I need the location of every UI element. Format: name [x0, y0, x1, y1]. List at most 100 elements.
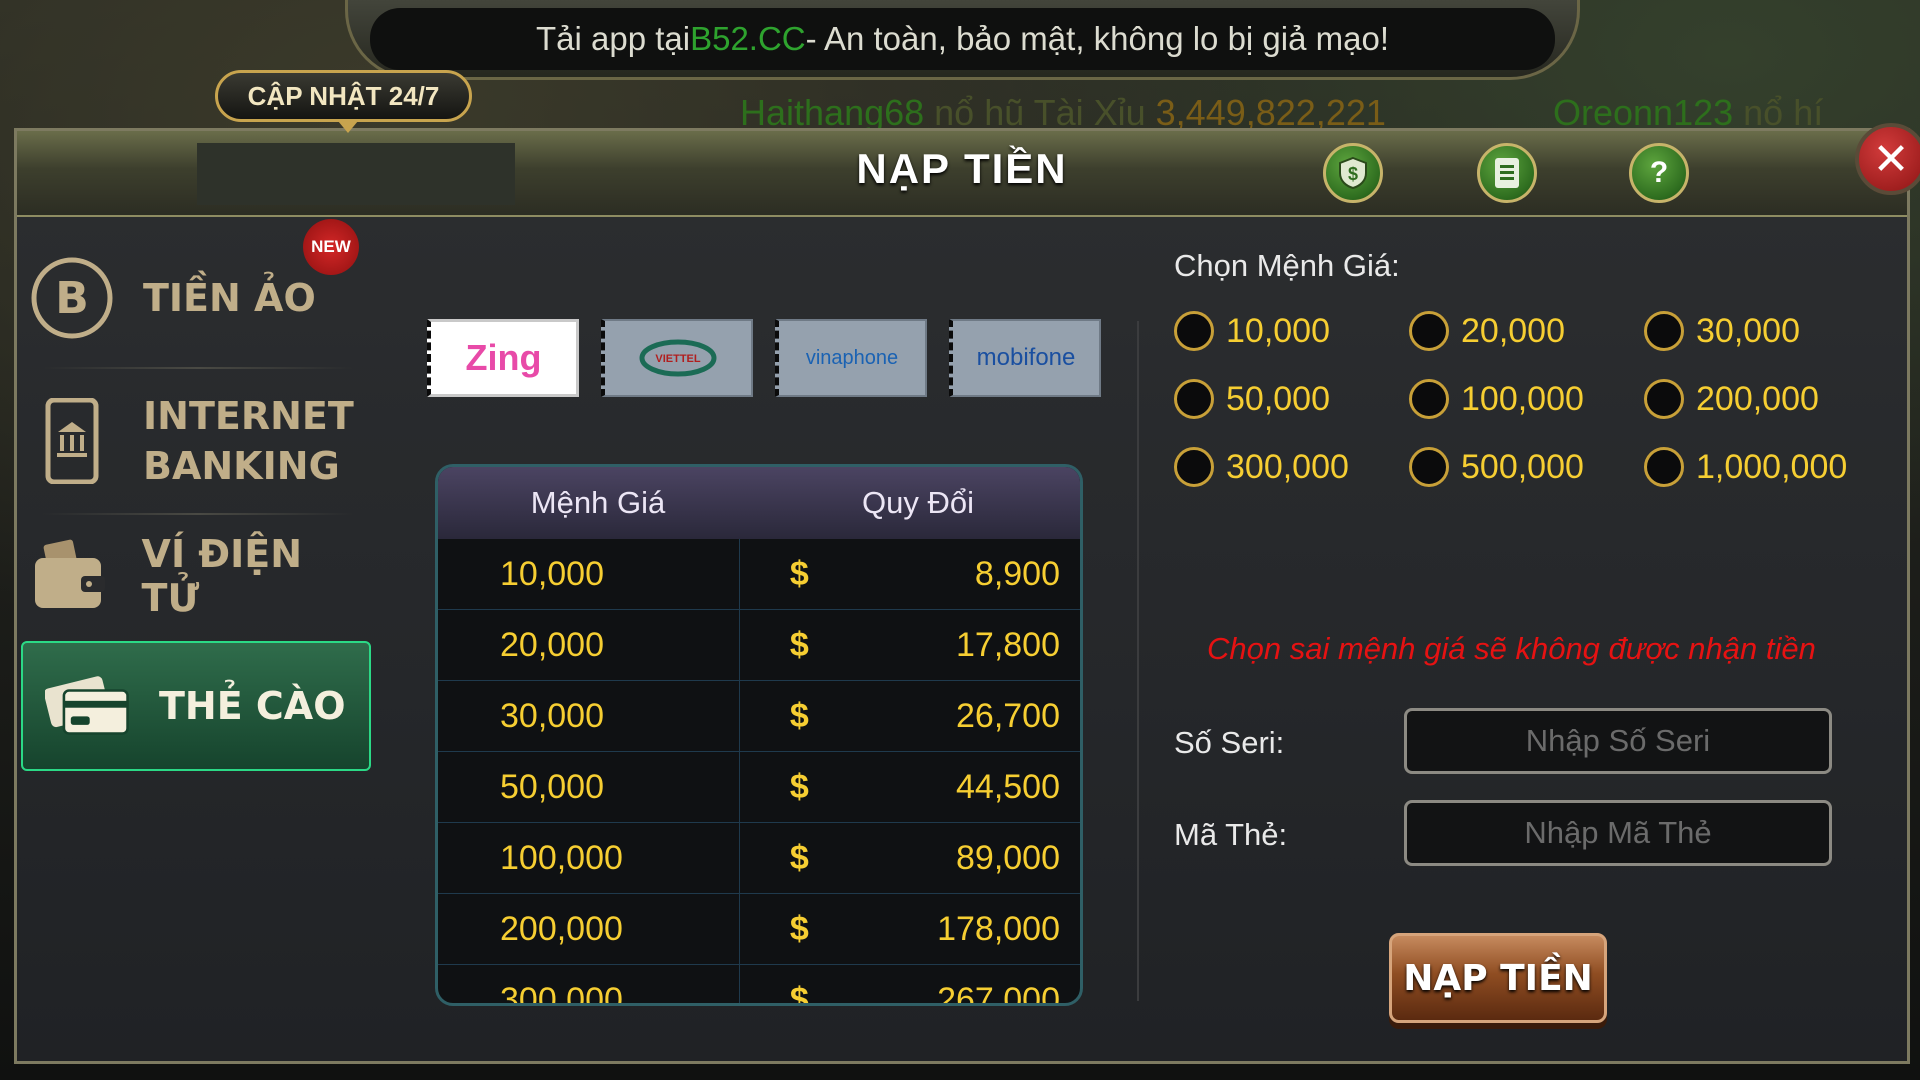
row-convert: 26,700	[956, 696, 1060, 735]
table-row: 300,000 $267,000	[438, 965, 1080, 1006]
denomination-option[interactable]: 1,000,000	[1644, 447, 1847, 487]
table-body: 10,000 $8,900 20,000 $17,800 30,000 $26,700 50…	[438, 539, 1080, 1006]
denomination-option[interactable]: 500,000	[1409, 447, 1584, 487]
denomination-value: 200,000	[1696, 379, 1819, 418]
svg-text:B: B	[55, 273, 89, 324]
dollar-icon: $	[789, 625, 809, 664]
mobifone-logo: mobifone	[976, 344, 1076, 371]
radio-button[interactable]	[1174, 379, 1214, 419]
denomination-option[interactable]: 10,000	[1174, 311, 1330, 351]
zing-logo: Zing	[465, 337, 542, 378]
carrier-tab-vinaphone[interactable]: vinaphone	[775, 319, 927, 397]
denomination-option[interactable]: 50,000	[1174, 379, 1330, 419]
sidebar-item-scratch-card[interactable]: THẺ CÀO	[21, 641, 371, 771]
carrier-tab-mobifone[interactable]: mobifone	[949, 319, 1101, 397]
table-row: 200,000 $178,000	[438, 894, 1080, 965]
denomination-option[interactable]: 200,000	[1644, 379, 1819, 419]
denomination-value: 30,000	[1696, 311, 1800, 350]
radio-button[interactable]	[1409, 447, 1449, 487]
deposit-submit-button[interactable]: NẠP TIỀN	[1389, 933, 1607, 1023]
column-header-value: Mệnh Giá	[530, 485, 666, 520]
denomination-value: 1,000,000	[1696, 447, 1848, 486]
document-icon[interactable]	[1477, 143, 1537, 203]
close-button[interactable]: ✕	[1855, 123, 1920, 195]
ticker-text: nổ hí	[1733, 92, 1824, 133]
radio-button[interactable]	[1644, 379, 1684, 419]
sidebar-item-ewallet[interactable]: VÍ ĐIỆN TỬ	[29, 521, 369, 631]
payment-method-sidebar: B TIỀN ẢO NEW INTERNET BANKING VÍ ĐIỆN T…	[17, 219, 371, 821]
banner-brand[interactable]: B52.CC	[690, 20, 806, 58]
row-convert: 8,900	[974, 554, 1060, 593]
dialog-title: NẠP TIỀN	[856, 145, 1068, 192]
radio-button[interactable]	[1644, 447, 1684, 487]
sidebar-divider	[43, 367, 353, 369]
row-convert: 89,000	[956, 838, 1060, 877]
viettel-wordmark: VIETTEL	[655, 353, 701, 365]
denomination-option[interactable]: 20,000	[1409, 311, 1565, 351]
row-convert: 44,500	[956, 767, 1060, 806]
dollar-shield-icon[interactable]: $	[1323, 143, 1383, 203]
sidebar-item-label: THẺ CÀO	[159, 684, 346, 728]
denomination-value: 10,000	[1226, 311, 1330, 350]
sidebar-divider	[43, 513, 353, 515]
carrier-tab-viettel[interactable]: VIETTEL	[601, 319, 753, 397]
sidebar-item-internet-banking[interactable]: INTERNET BANKING	[29, 381, 369, 501]
dollar-icon: $	[789, 838, 809, 877]
panel-divider	[1137, 321, 1139, 1001]
serial-label: Số Seri:	[1174, 725, 1285, 760]
denomination-label: Chọn Mệnh Giá:	[1174, 248, 1400, 283]
sidebar-item-label: VÍ ĐIỆN TỬ	[141, 532, 303, 620]
banner-prefix: Tải app tại	[535, 20, 691, 57]
table-row: 100,000 $89,000	[438, 823, 1080, 894]
deposit-dialog: NẠP TIỀN $ ? ✕ B TIỀN ẢO NEW INTERNET BA…	[14, 123, 1920, 1064]
warning-text: Chọn sai mệnh giá sẽ không được nhận tiề…	[1207, 631, 1816, 666]
wallet-icon	[29, 533, 114, 619]
bitcoin-icon: B	[29, 255, 115, 341]
row-value: 30,000	[438, 681, 740, 751]
banner-suffix: - An toàn, bảo mật, không lo bị giả mạo!	[805, 20, 1390, 57]
sidebar-item-label-line1: INTERNET	[143, 394, 354, 438]
dollar-icon: $	[789, 909, 809, 948]
denomination-value: 20,000	[1461, 311, 1565, 350]
card-code-label: Mã Thẻ:	[1174, 817, 1288, 852]
radio-button[interactable]	[1409, 311, 1449, 351]
denomination-option[interactable]: 30,000	[1644, 311, 1800, 351]
update-badge: CẬP NHẬT 24/7	[215, 70, 472, 133]
carrier-tab-zing[interactable]: Zing	[427, 319, 579, 397]
ticker-text: nổ hũ Tài Xỉu	[924, 92, 1156, 133]
row-value: 10,000	[438, 539, 740, 609]
viettel-logo: VIETTEL	[638, 338, 718, 378]
row-convert: 267,000	[937, 980, 1060, 1006]
denomination-value: 500,000	[1461, 447, 1584, 486]
denomination-value: 50,000	[1226, 379, 1330, 418]
radio-button[interactable]	[1409, 379, 1449, 419]
table-row: 10,000 $8,900	[438, 539, 1080, 610]
radio-button[interactable]	[1644, 311, 1684, 351]
row-convert: 178,000	[937, 909, 1060, 948]
denomination-option[interactable]: 100,000	[1409, 379, 1584, 419]
denomination-value: 300,000	[1226, 447, 1349, 486]
help-icon[interactable]: ?	[1629, 143, 1689, 203]
table-header: Mệnh Giá Quy Đổi	[438, 467, 1080, 539]
ticker-user: Haithang68	[740, 92, 925, 133]
denomination-value: 100,000	[1461, 379, 1584, 418]
dollar-icon: $	[789, 696, 809, 735]
table-row: 20,000 $17,800	[438, 610, 1080, 681]
sidebar-item-label-line2: BANKING	[143, 444, 340, 488]
vinaphone-logo: vinaphone	[805, 346, 899, 369]
dollar-shield-glyph: $	[1339, 156, 1367, 190]
ticker-user: Oreonn123	[1553, 92, 1734, 133]
denomination-option[interactable]: 300,000	[1174, 447, 1349, 487]
radio-button[interactable]	[1174, 311, 1214, 351]
table-row: 30,000 $26,700	[438, 681, 1080, 752]
radio-button[interactable]	[1174, 447, 1214, 487]
card-icon	[45, 663, 131, 749]
dollar-icon: $	[789, 767, 809, 806]
card-code-input[interactable]	[1404, 800, 1832, 866]
row-value: 200,000	[438, 894, 740, 964]
dollar-icon: $	[789, 980, 809, 1006]
serial-input[interactable]	[1404, 708, 1832, 774]
ticker-amount: 3,449,822,221	[1155, 92, 1386, 133]
row-value: 300,000	[438, 965, 740, 1003]
column-header-convert: Quy Đổi	[862, 485, 974, 520]
